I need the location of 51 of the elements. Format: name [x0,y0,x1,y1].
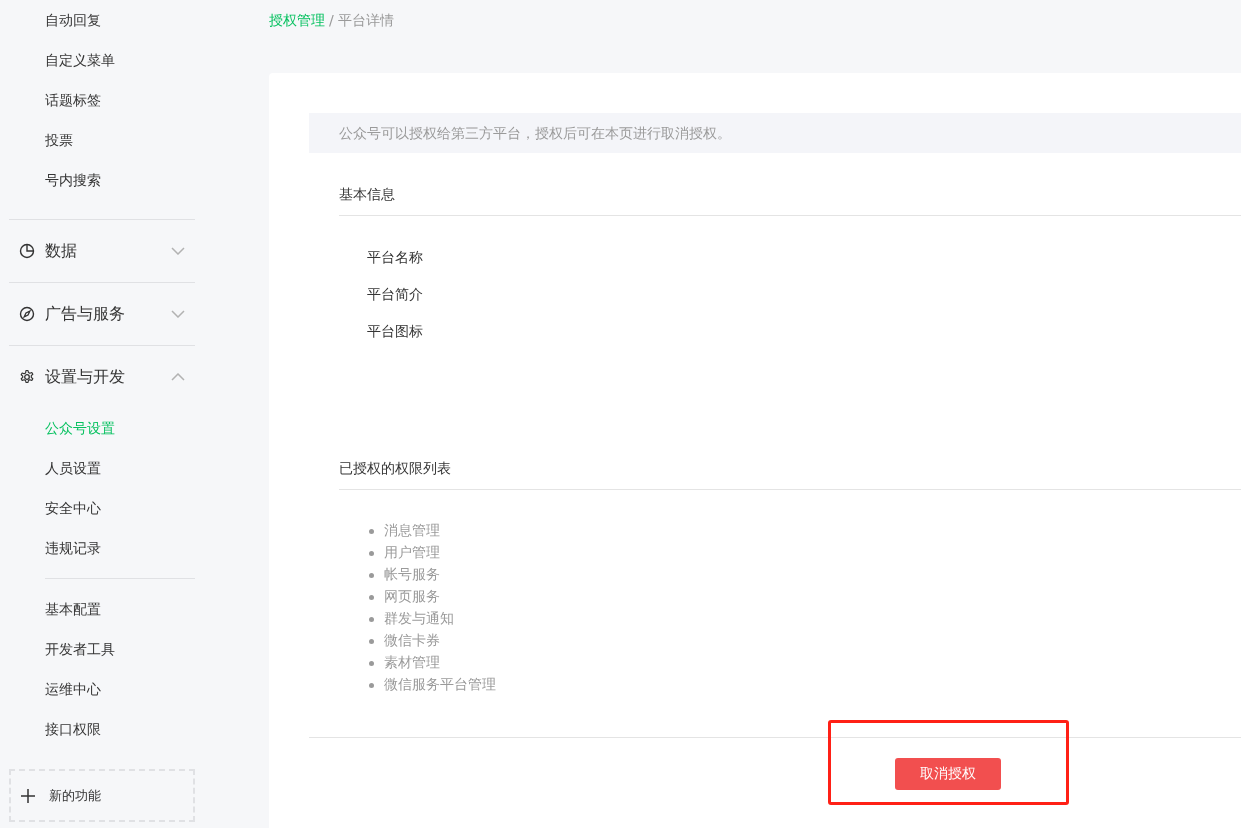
sidebar-item[interactable]: 自动回复 [9,0,195,40]
sidebar-item[interactable]: 号内搜索 [9,160,195,200]
sidebar-group[interactable]: 广告与服务 [9,283,195,345]
sidebar-item[interactable]: 投票 [9,120,195,160]
group-label: 广告与服务 [45,303,126,325]
chevron-down-icon [171,310,185,318]
breadcrumb-separator: / [329,12,334,28]
pie-chart-icon [19,243,35,259]
new-feature-button[interactable]: 新的功能 [9,769,195,822]
sidebar-item[interactable]: 自定义菜单 [9,40,195,80]
chevron-up-icon [171,373,185,381]
field-label: 平台名称 [367,248,424,267]
notice-bar: 公众号可以授权给第三方平台，授权后可在本页进行取消授权。 [309,113,1241,153]
section-title: 基本信息 [339,153,1241,216]
permission-item: 用户管理 [384,544,440,562]
sidebar-item[interactable]: 接口权限 [9,709,195,749]
bullet-icon [369,594,374,600]
permission-item: 帐号服务 [384,566,440,584]
bullet-icon [369,616,374,622]
field-label: 平台图标 [367,322,424,341]
permission-item: 微信服务平台管理 [384,676,496,694]
bullet-icon [369,572,374,578]
bullet-icon [369,660,374,666]
sidebar-group[interactable]: 设置与开发 [9,346,195,408]
bullet-icon [369,682,374,688]
bullet-icon [369,550,374,556]
permission-item: 网页服务 [384,588,440,606]
compass-icon [19,306,35,322]
section-title: 已授权的权限列表 [339,406,1241,490]
settings-icon [19,369,35,385]
permission-item: 消息管理 [384,522,440,540]
cancel-authorization-button[interactable]: 取消授权 [895,758,1001,790]
sidebar-item[interactable]: 话题标签 [9,80,195,120]
permission-item: 群发与通知 [384,610,454,628]
sidebar-item[interactable]: 基本配置 [9,589,195,629]
permission-item: 素材管理 [384,654,440,672]
bullet-icon [369,528,374,534]
sidebar-item[interactable]: 运维中心 [9,669,195,709]
group-label: 设置与开发 [45,366,126,388]
sidebar-item[interactable]: 违规记录 [9,528,195,568]
sidebar-item[interactable]: 人员设置 [9,448,195,488]
sidebar-group[interactable]: 数据 [9,220,195,282]
permission-item: 微信卡券 [384,632,440,650]
sidebar-item[interactable]: 安全中心 [9,488,195,528]
plus-icon [21,788,35,803]
chevron-down-icon [171,247,185,255]
group-label: 数据 [45,240,78,262]
field-label: 平台简介 [367,285,424,304]
bullet-icon [369,638,374,644]
sidebar-item[interactable]: 开发者工具 [9,629,195,669]
breadcrumb-current: 平台详情 [337,12,394,30]
